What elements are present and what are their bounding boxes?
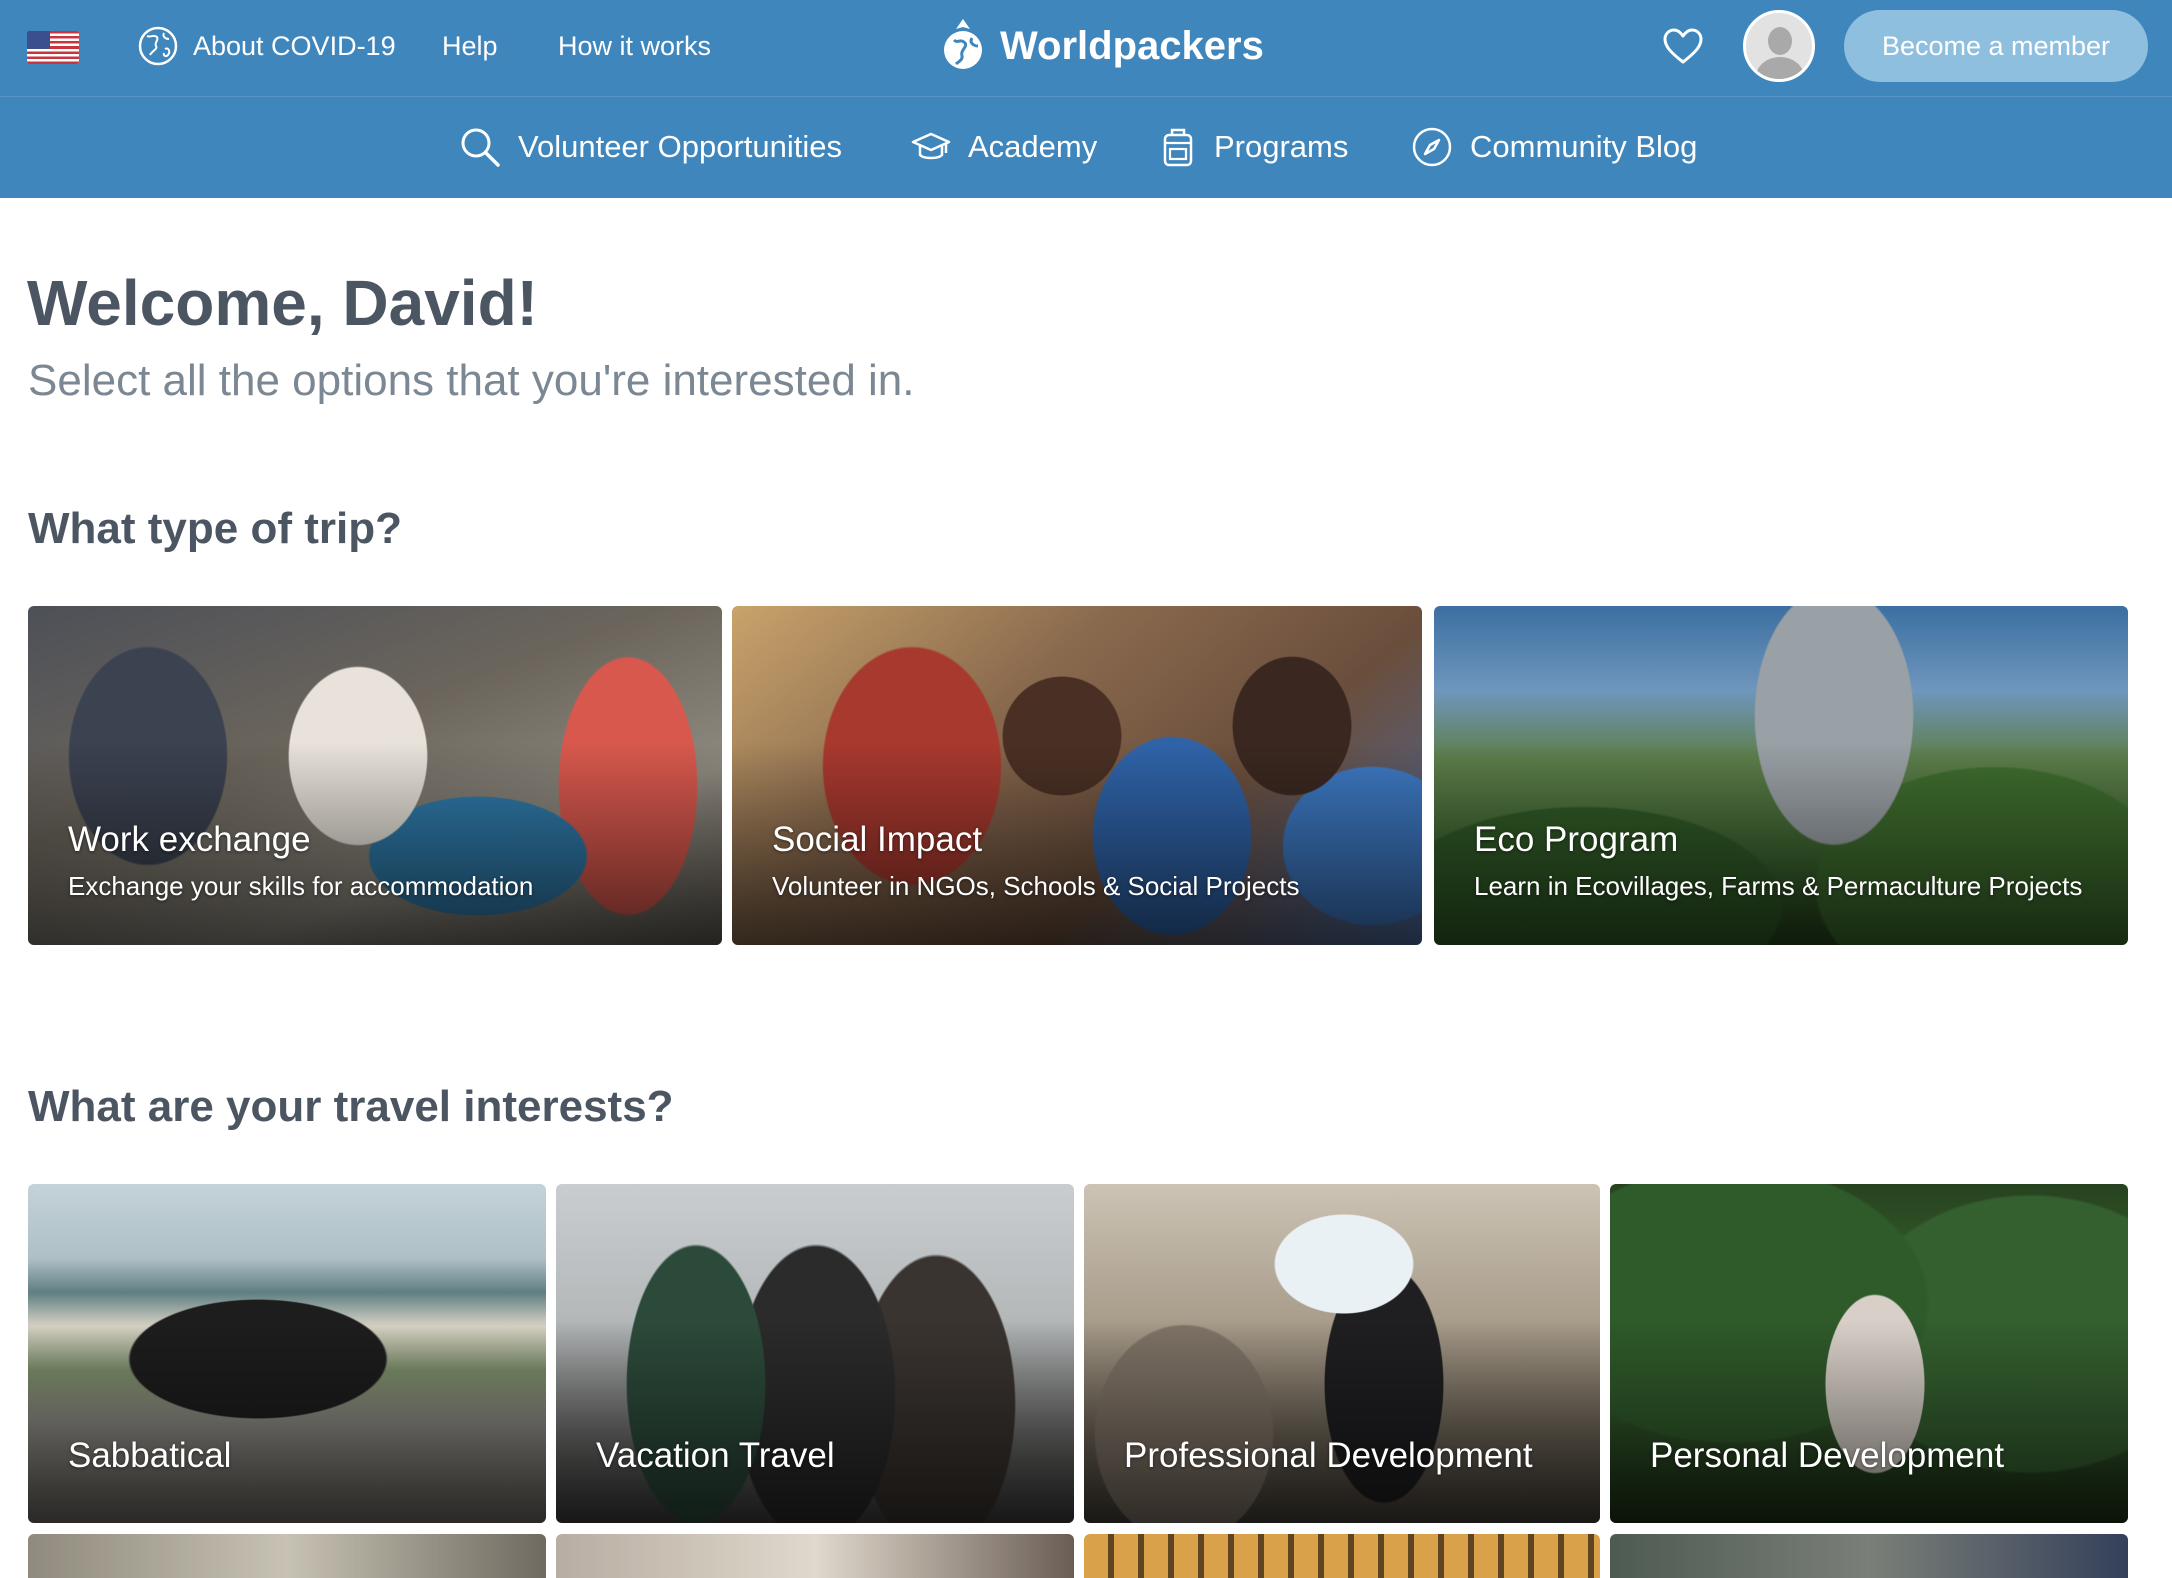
- interest-card-sabbatical[interactable]: Sabbatical: [28, 1184, 546, 1523]
- main-nav: Volunteer Opportunities Academy Programs…: [0, 97, 2172, 198]
- trip-card-description: Volunteer in NGOs, Schools & Social Proj…: [772, 871, 1300, 901]
- nav-blog-label: Community Blog: [1470, 129, 1698, 164]
- interest-card-title: Professional Development: [1124, 1436, 1533, 1475]
- top-bar: About COVID-19 Help How it works Worldpa…: [0, 0, 2172, 97]
- become-member-button[interactable]: Become a member: [1844, 10, 2148, 82]
- travel-interests-heading: What are your travel interests?: [28, 1082, 674, 1131]
- how-it-works-link[interactable]: How it works: [558, 26, 711, 66]
- nav-programs[interactable]: Programs: [1158, 121, 1348, 173]
- worldpackers-globe-icon: [944, 19, 982, 69]
- about-covid-label: About COVID-19: [193, 30, 396, 61]
- nav-programs-label: Programs: [1214, 129, 1349, 164]
- trip-card-description: Exchange your skills for accommodation: [68, 871, 534, 901]
- help-link[interactable]: Help: [442, 26, 498, 66]
- welcome-subtitle: Select all the options that you're inter…: [28, 356, 915, 405]
- brand-logo[interactable]: Worldpackers: [940, 14, 1264, 78]
- nav-volunteer-label: Volunteer Opportunities: [518, 129, 842, 164]
- trip-card-title: Work exchange: [68, 820, 311, 859]
- about-covid-link[interactable]: About COVID-19: [137, 26, 396, 66]
- interest-card-partial[interactable]: [28, 1534, 546, 1578]
- help-label: Help: [442, 30, 498, 61]
- interest-card-title: Sabbatical: [68, 1436, 232, 1475]
- nav-academy[interactable]: Academy: [910, 121, 1097, 173]
- interest-card-professional-development[interactable]: Professional Development: [1084, 1184, 1600, 1523]
- trip-card-description: Learn in Ecovillages, Farms & Permacultu…: [1474, 871, 2083, 901]
- user-avatar[interactable]: [1743, 10, 1815, 82]
- graduation-cap-icon: [911, 132, 951, 160]
- trip-card-title: Eco Program: [1474, 820, 1679, 859]
- search-icon: [461, 128, 500, 167]
- interest-card-partial[interactable]: [556, 1534, 1074, 1578]
- compass-icon: [1412, 127, 1452, 167]
- interest-card-partial[interactable]: [1610, 1534, 2128, 1578]
- trip-type-heading: What type of trip?: [28, 504, 402, 553]
- favorites-heart-icon[interactable]: [1660, 24, 1706, 70]
- interest-card-partial[interactable]: [1084, 1534, 1600, 1578]
- nav-community-blog[interactable]: Community Blog: [1410, 121, 1697, 173]
- nav-academy-label: Academy: [968, 129, 1098, 164]
- welcome-heading: Welcome, David!: [27, 267, 538, 339]
- interest-card-title: Personal Development: [1650, 1436, 2005, 1475]
- trip-card-work-exchange[interactable]: Work exchange Exchange your skills for a…: [28, 606, 722, 945]
- trip-card-eco-program[interactable]: Eco Program Learn in Ecovillages, Farms …: [1434, 606, 2128, 945]
- trip-card-title: Social Impact: [772, 820, 983, 859]
- interest-card-personal-development[interactable]: Personal Development: [1610, 1184, 2128, 1523]
- backpack-icon: [1163, 128, 1193, 167]
- globe-icon: [138, 26, 178, 66]
- brand-name: Worldpackers: [1000, 23, 1264, 68]
- interest-card-title: Vacation Travel: [596, 1436, 835, 1475]
- how-it-works-label: How it works: [558, 30, 712, 61]
- us-flag-icon[interactable]: [27, 31, 79, 64]
- interest-card-vacation-travel[interactable]: Vacation Travel: [556, 1184, 1074, 1523]
- nav-volunteer-opportunities[interactable]: Volunteer Opportunities: [458, 121, 842, 173]
- trip-card-social-impact[interactable]: Social Impact Volunteer in NGOs, Schools…: [732, 606, 1422, 945]
